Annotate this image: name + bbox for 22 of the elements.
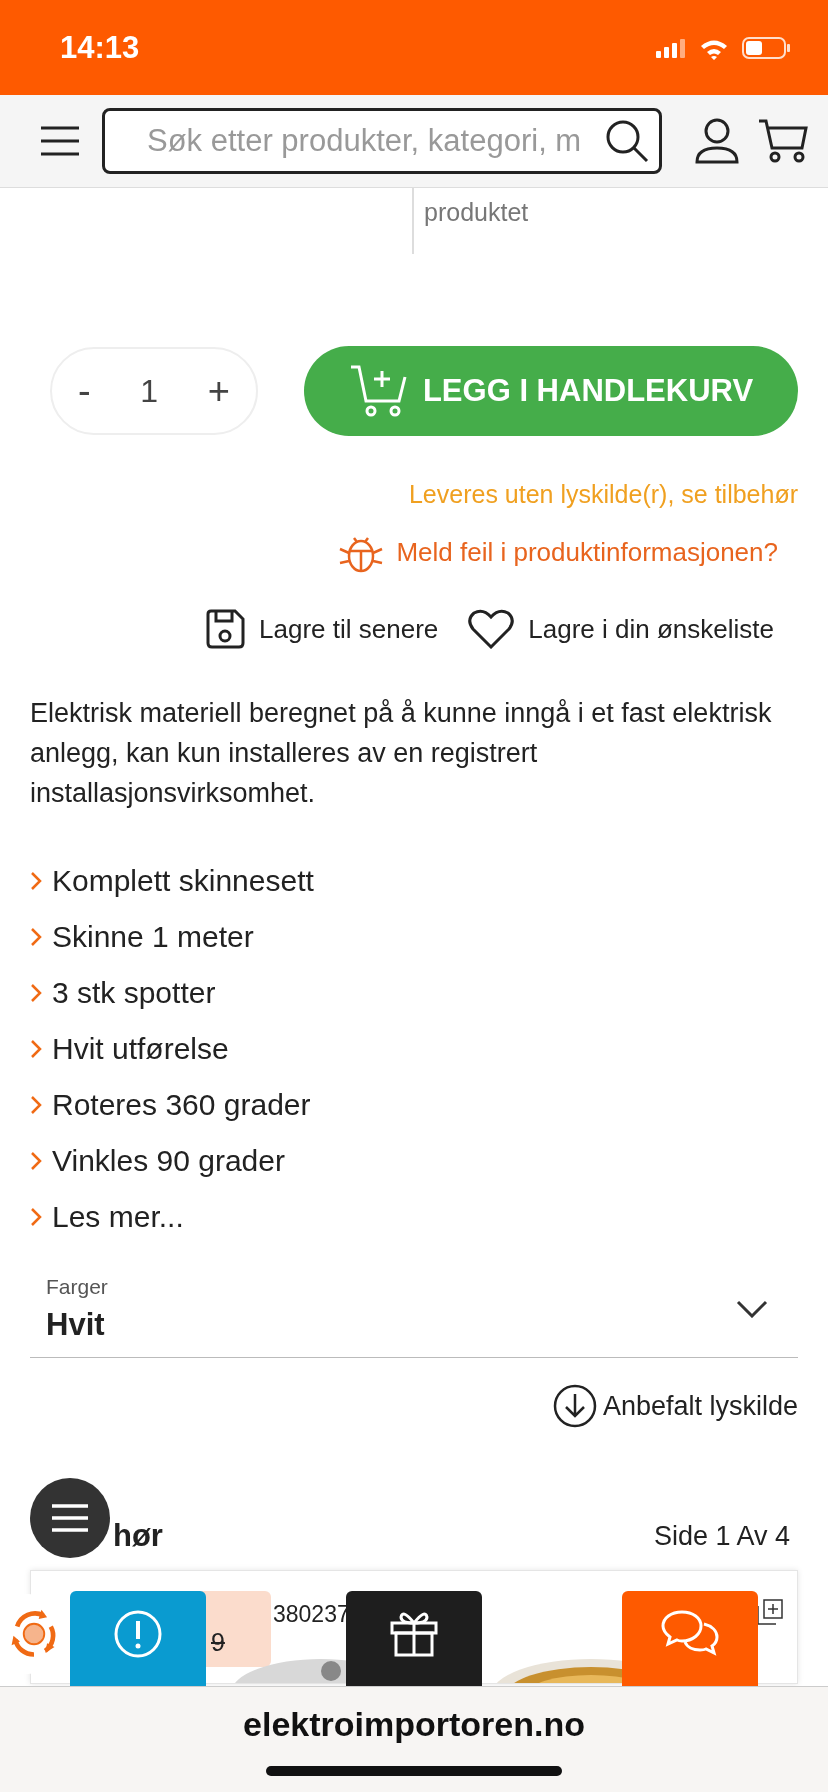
section-heading: hør	[113, 1518, 163, 1554]
purchase-note: produktet	[424, 198, 529, 226]
feature-item: Hvit utførelse	[52, 1032, 229, 1066]
wishlist-link[interactable]: Lagre i din ønskeliste	[468, 609, 774, 649]
status-time: 14:13	[60, 29, 140, 66]
feature-item: 3 stk spotter	[52, 976, 216, 1010]
increase-button[interactable]: +	[197, 369, 240, 413]
product-number: 380237	[273, 1601, 350, 1628]
quantity-value: 1	[140, 372, 159, 410]
url-text[interactable]: elektroimportoren.no	[243, 1705, 585, 1744]
feature-item: Komplett skinnesett	[52, 864, 314, 898]
feature-item: Skinne 1 meter	[52, 920, 254, 954]
feature-item: Les mer...	[52, 1200, 184, 1234]
feature-item: Roteres 360 grader	[52, 1088, 311, 1122]
search-field[interactable]: Søk etter produkter, kategori, m	[102, 108, 662, 174]
save-later-link[interactable]: Lagre til senere	[205, 609, 439, 649]
color-select[interactable]: Farger Hvit	[30, 1275, 798, 1358]
recommended-link[interactable]: Anbefalt lyskilde	[552, 1384, 798, 1428]
decrease-button[interactable]: -	[68, 369, 101, 413]
feature-item: Vinkles 90 grader	[52, 1144, 285, 1178]
page-indicator: Side 1 Av 4	[653, 1520, 790, 1552]
description-text: Elektrisk materiell beregnet på å kunne inngå i et fast elektrisk anlegg, kan kun installeres av en registrert installasjonsvirksomhet.	[30, 697, 773, 810]
